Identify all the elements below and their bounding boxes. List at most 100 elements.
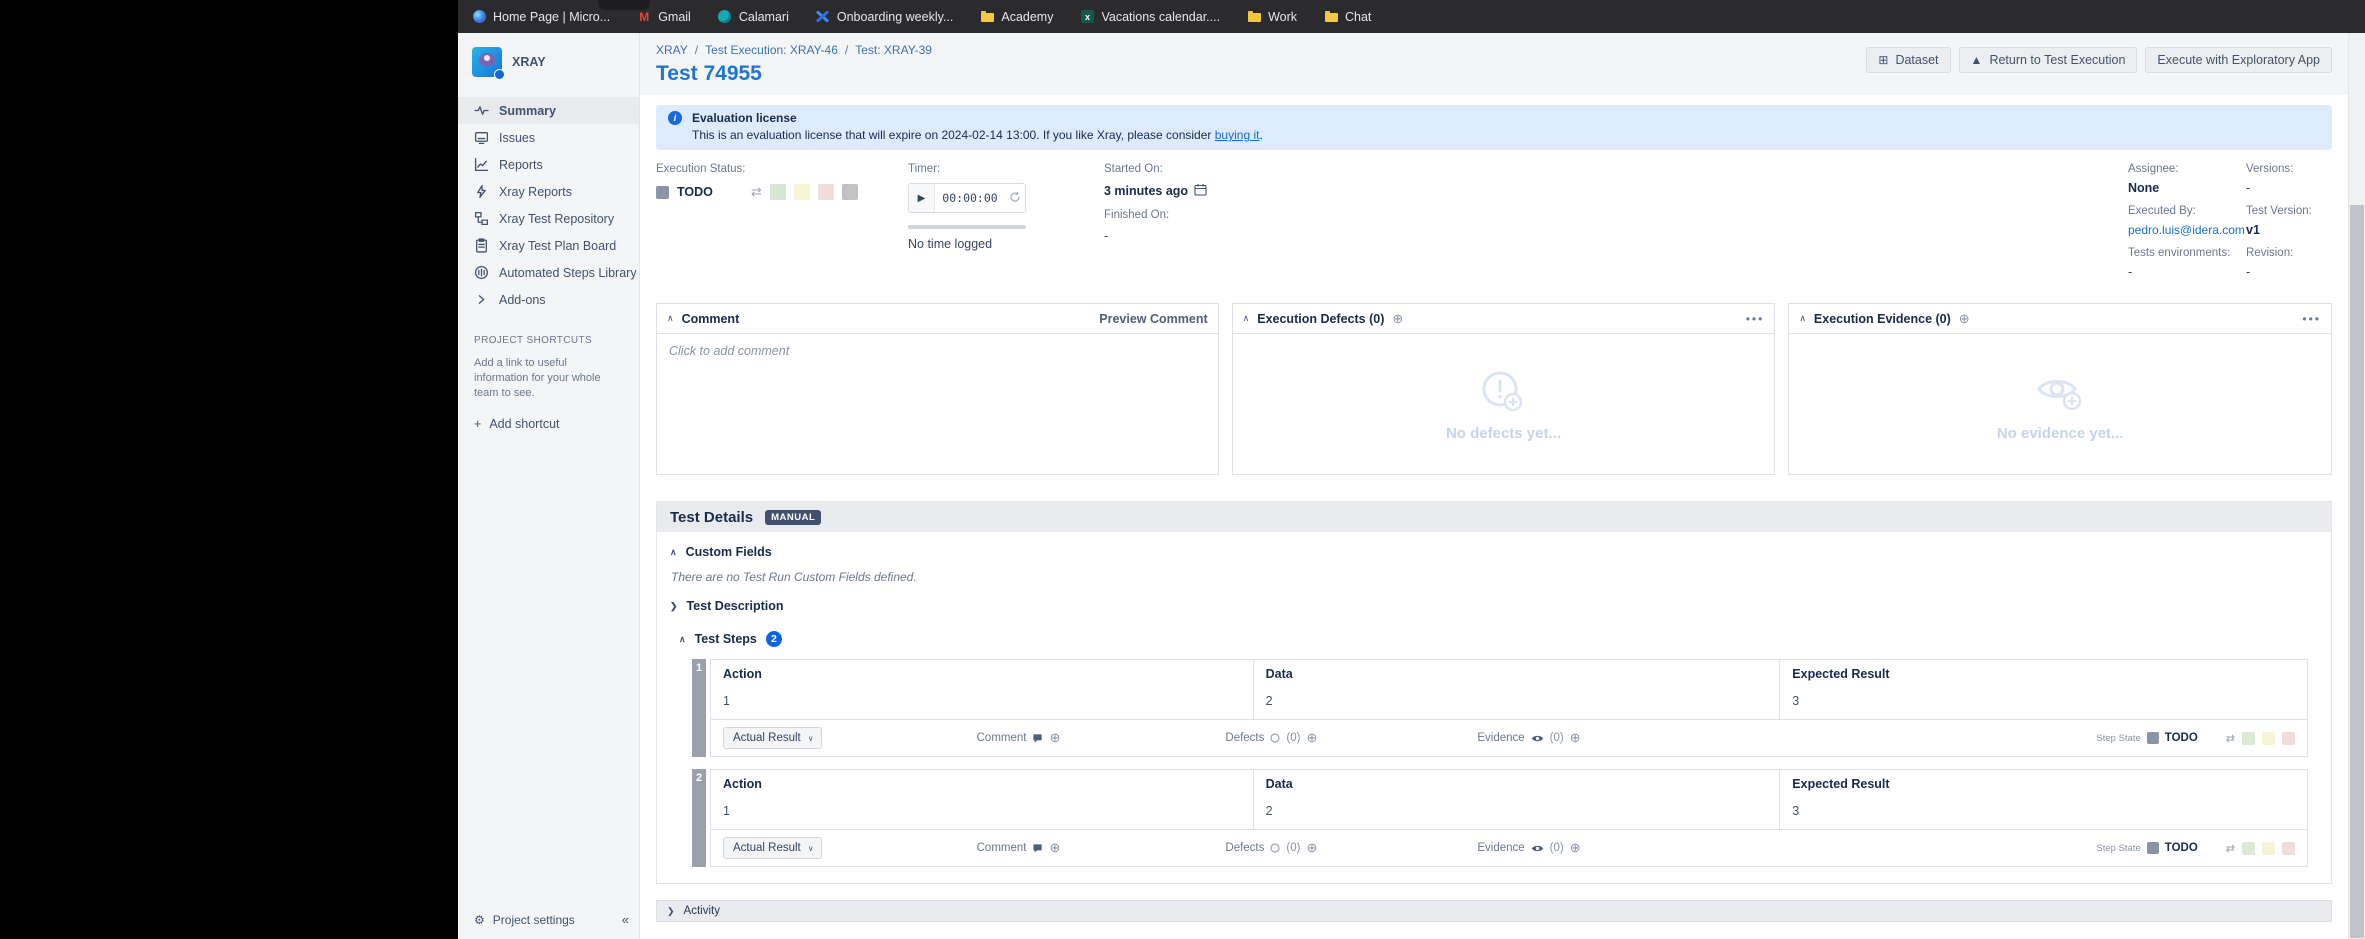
breadcrumb-project[interactable]: XRAY [656,43,688,57]
step-data-cell[interactable]: Data 2 [1254,770,1781,829]
no-evidence-empty-state: No evidence yet... [1789,334,2331,474]
add-shortcut-button[interactable]: + Add shortcut [474,417,623,431]
edge-swirl-icon [472,10,486,24]
bookmark-academy[interactable]: Academy [980,10,1053,24]
sidebar-item-issues[interactable]: Issues [458,124,639,151]
breadcrumb-test-execution[interactable]: Test Execution: XRAY-46 [705,43,838,57]
bookmark-onboarding[interactable]: Onboarding weekly... [816,10,953,24]
preview-comment-button[interactable]: Preview Comment [1099,312,1207,326]
sidebar-item-xray-test-plan-board[interactable]: Xray Test Plan Board [458,232,639,259]
add-evidence-icon[interactable]: ⊕ [1959,311,1970,327]
bookmark-gmail[interactable]: M Gmail [637,10,691,24]
buying-it-link[interactable]: buying it [1215,128,1260,142]
add-step-evidence-icon[interactable]: ⊕ [1570,840,1581,856]
bookmark-chat[interactable]: Chat [1324,10,1371,24]
data-value: 2 [1265,694,1273,708]
calendar-icon[interactable] [1194,183,1207,199]
reset-timer-icon[interactable] [1005,191,1025,206]
action-header: Action [723,667,762,681]
comment-placeholder: Click to add comment [669,344,790,358]
return-to-test-execution-button[interactable]: ▲ Return to Test Execution [1958,47,2138,73]
swap-status-icon[interactable]: ⇄ [2226,842,2235,855]
test-steps-section-toggle[interactable]: ∧ Test Steps 2 [679,631,2318,647]
test-description-section-toggle[interactable]: ❯ Test Description [670,599,2318,613]
swap-status-icon[interactable]: ⇄ [751,184,762,200]
step-executing-square[interactable] [2262,841,2275,855]
sidebar-collapse-button[interactable]: « [622,912,629,927]
xray-x-icon [816,10,830,24]
step-action-cell[interactable]: Action 1 [711,660,1254,719]
test-step-row: 1 Action 1 Data 2 Expected Result 3 Actu… [692,659,2308,757]
expected-value: 3 [1792,694,1800,708]
add-step-defect-icon[interactable]: ⊕ [1306,730,1317,746]
evidence-menu-icon[interactable]: ••• [2302,312,2321,326]
step-executing-square[interactable] [2262,731,2275,745]
chevron-down-icon: ∨ [807,843,814,853]
bookmark-vacations-calendar[interactable]: x Vacations calendar.... [1080,10,1220,24]
sidebar-item-label: Issues [499,130,536,145]
step-data-cell[interactable]: Data 2 [1254,660,1781,719]
collapse-chevron-icon[interactable]: ∧ [1799,313,1806,324]
bookmark-label: Calamari [738,9,789,24]
collapse-chevron-icon[interactable]: ∧ [1243,313,1250,324]
play-button[interactable]: ▶ [909,184,935,212]
actual-result-button[interactable]: Actual Result ∨ [723,727,822,749]
swap-status-icon[interactable]: ⇄ [2226,732,2235,745]
status-executing-square[interactable] [793,184,810,200]
step-pass-square[interactable] [2242,841,2255,855]
collapse-chevron-icon[interactable]: ∧ [667,313,674,324]
step-action-cell[interactable]: Action 1 [711,770,1254,829]
exploratory-label: Execute with Exploratory App [2157,53,2320,67]
step-number[interactable]: 2 [692,769,706,867]
sidebar-item-reports[interactable]: Reports [458,151,639,178]
activity-section-toggle[interactable]: ❯ Activity [656,900,2332,922]
breadcrumb-test[interactable]: Test: XRAY-39 [855,43,932,57]
expected-header: Expected Result [1792,777,1890,791]
sidebar-item-automated-steps-library[interactable]: Automated Steps Library [458,259,639,286]
execute-exploratory-button[interactable]: Execute with Exploratory App [2145,47,2332,73]
status-pass-square[interactable] [769,184,786,200]
step-fail-square[interactable] [2282,731,2295,745]
actual-result-button[interactable]: Actual Result ∨ [723,837,822,859]
dataset-button[interactable]: ⊞ Dataset [1866,47,1951,73]
step-number[interactable]: 1 [692,659,706,757]
status-todo-square[interactable] [841,184,858,200]
comment-editor[interactable]: Click to add comment [657,334,1218,474]
executed-by-link[interactable]: pedro.luis@idera.com [2128,223,2246,237]
sidebar-item-xray-reports[interactable]: Xray Reports [458,178,639,205]
step-expected-cell[interactable]: Expected Result 3 [1780,660,2307,719]
scrollbar-thumb[interactable] [2350,205,2364,938]
vertical-scrollbar[interactable] [2348,33,2365,939]
sidebar-item-add-ons[interactable]: Add-ons [458,286,639,313]
breadcrumb-separator: / [694,43,699,57]
add-step-evidence-icon[interactable]: ⊕ [1570,730,1581,746]
sidebar-item-xray-test-repository[interactable]: Xray Test Repository [458,205,639,232]
banner-title: Evaluation license [692,111,797,125]
assignee-value: None [2128,181,2160,195]
project-header[interactable]: XRAY [458,33,639,89]
add-step-comment-icon[interactable]: ⊕ [1049,730,1060,746]
bookmark-calamari[interactable]: Calamari [718,10,789,24]
project-settings-button[interactable]: ⚙ Project settings [474,913,575,927]
sidebar-item-summary[interactable]: Summary [458,97,639,124]
step-expected-cell[interactable]: Expected Result 3 [1780,770,2307,829]
bookmark-work[interactable]: Work [1247,10,1297,24]
activity-title: Activity [683,905,720,917]
status-fail-square[interactable] [817,184,834,200]
expected-header: Expected Result [1792,667,1890,681]
step-state-square [2146,842,2159,854]
finished-on-label: Finished On: [1104,209,1170,221]
add-step-comment-icon[interactable]: ⊕ [1049,840,1060,856]
step-fail-square[interactable] [2282,841,2295,855]
lightning-icon [474,184,489,199]
test-description-title: Test Description [686,599,784,613]
step-pass-square[interactable] [2242,731,2255,745]
bookmark-home-page[interactable]: Home Page | Micro... [472,10,610,24]
custom-fields-section-toggle[interactable]: ∧ Custom Fields [670,545,2318,559]
defects-menu-icon[interactable]: ••• [1746,312,1765,326]
banner-period: . [1259,128,1263,142]
versions-label: Versions: [2246,163,2294,175]
add-defect-icon[interactable]: ⊕ [1392,311,1403,327]
timer-value: 00:00:00 [942,191,998,205]
add-step-defect-icon[interactable]: ⊕ [1306,840,1317,856]
